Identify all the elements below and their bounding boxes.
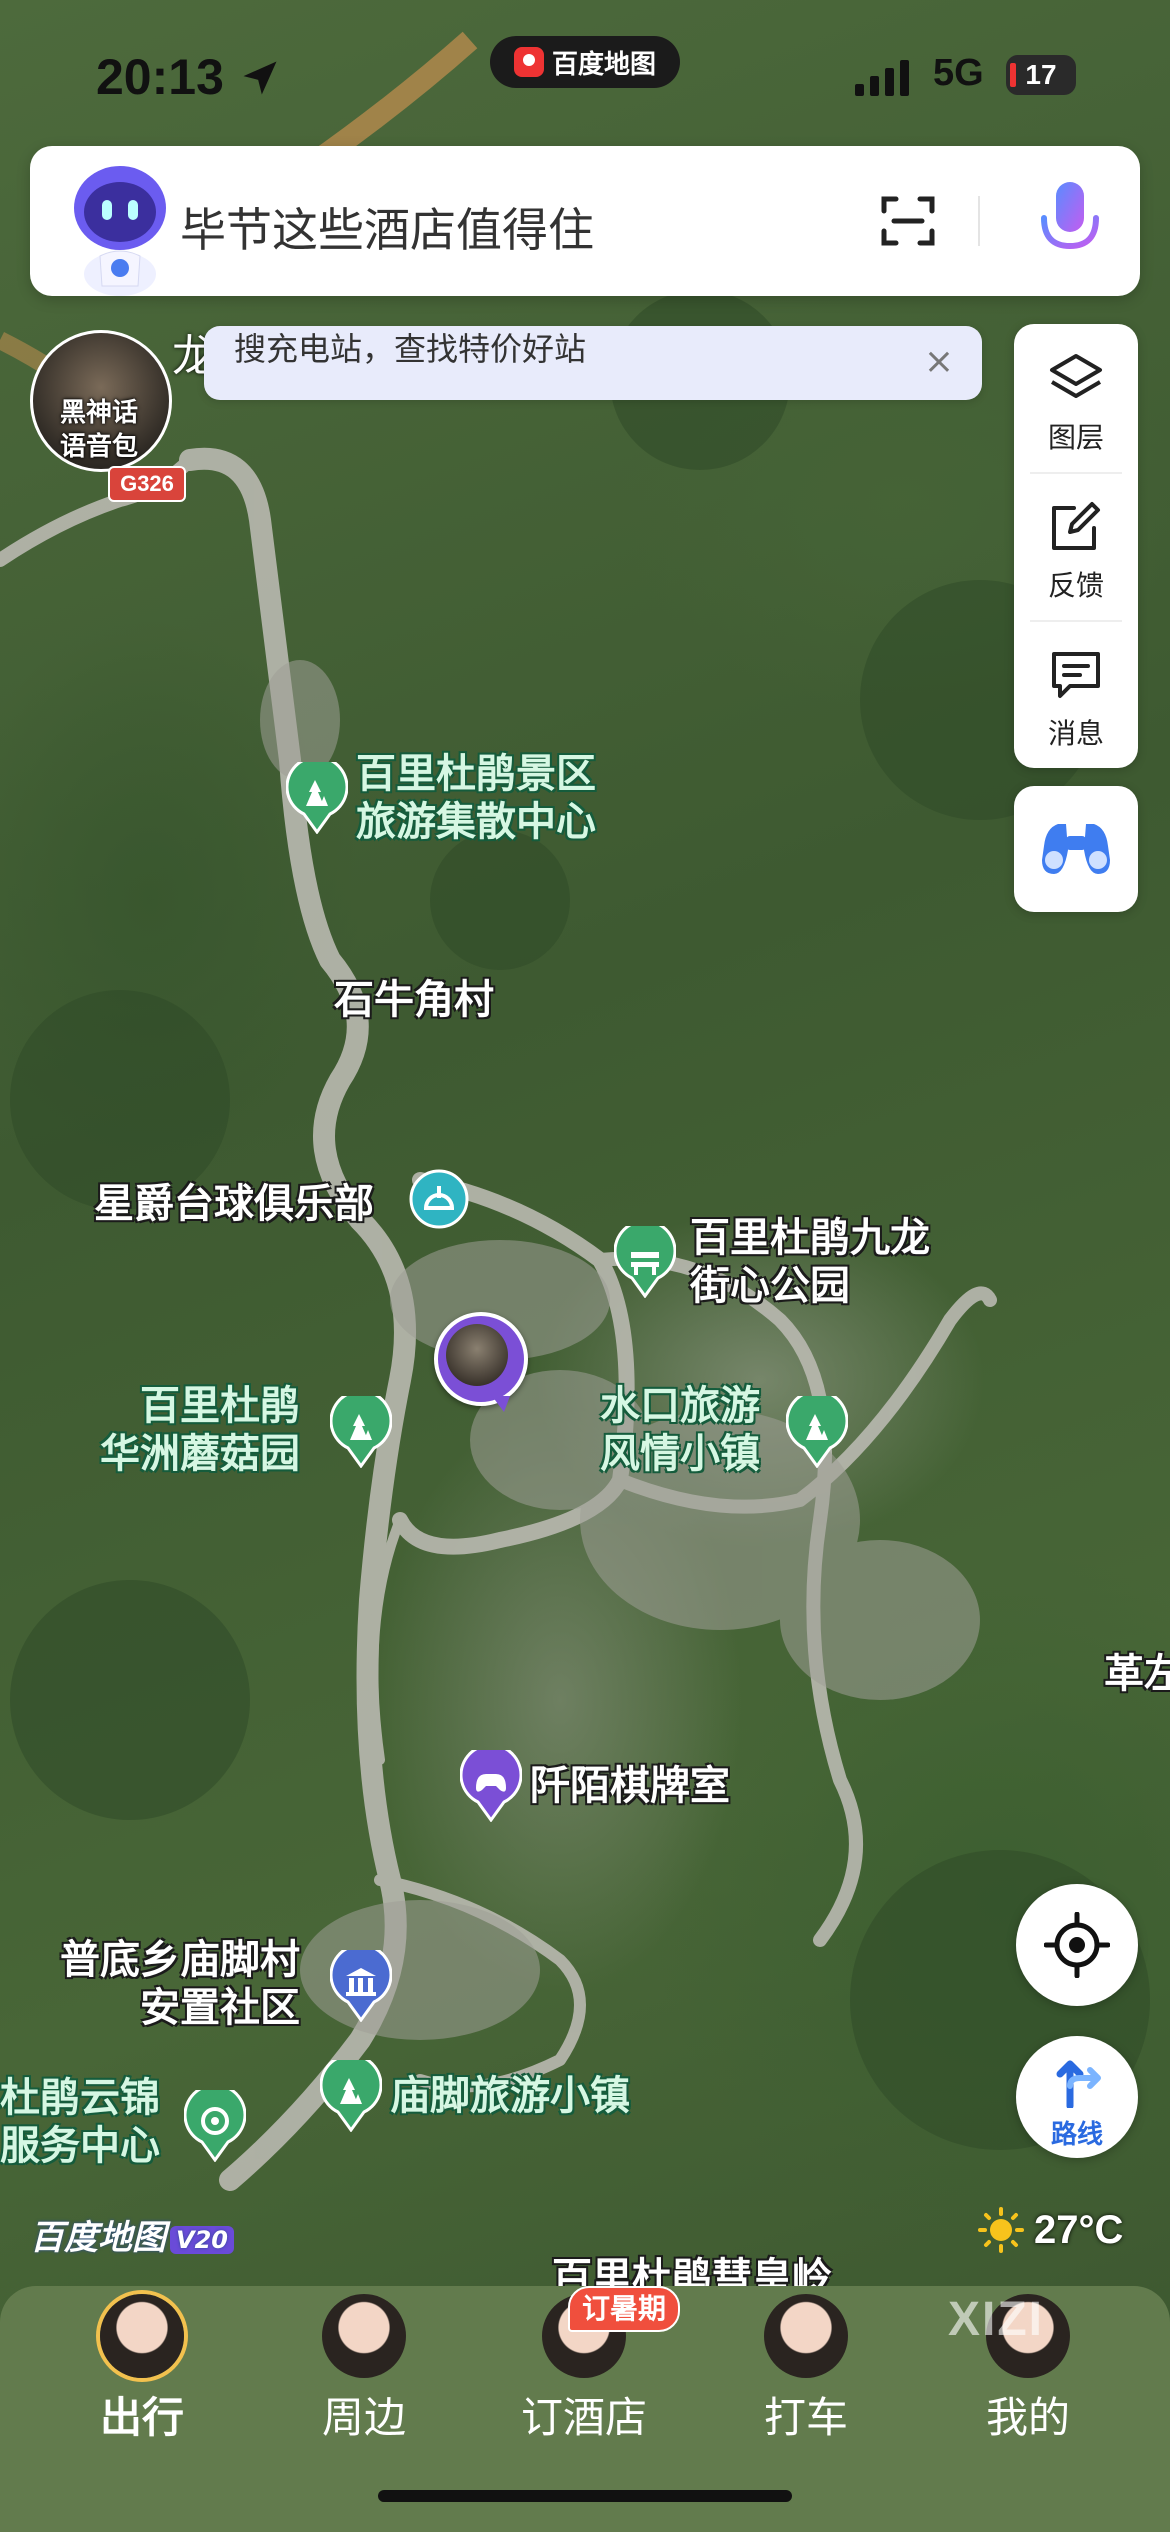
poi-label-line1: 百里杜鹃景区 xyxy=(356,751,596,797)
poi-label[interactable]: 阡陌棋牌室 xyxy=(530,1762,730,1810)
poi-label-line1: 百里杜鹃 xyxy=(140,1383,300,1429)
signal-strength-icon xyxy=(855,58,909,96)
watermark: XIZI xyxy=(948,2293,1045,2346)
poi-label[interactable]: 庙脚旅游小镇 xyxy=(390,2072,630,2120)
poi-label-line2: 旅游集散中心 xyxy=(356,799,596,845)
poi-label-line1: 百里杜鹃九龙 xyxy=(690,1215,930,1261)
park-bench-icon[interactable] xyxy=(614,1226,676,1298)
feedback-label: 反馈 xyxy=(1047,569,1104,602)
park-icon[interactable] xyxy=(786,1396,848,1468)
app-source-label: 百度地图 xyxy=(551,49,656,80)
edit-icon xyxy=(1052,502,1100,550)
road-shield-badge: G326 xyxy=(108,466,186,502)
poi-label-line1: 水口旅游 xyxy=(600,1383,760,1429)
nav-label: 订酒店 xyxy=(520,2393,647,2442)
feedback-button[interactable]: 反馈 xyxy=(1014,472,1138,612)
network-type: 5G xyxy=(933,52,984,94)
promo-badge: 订暑期 xyxy=(568,2286,681,2332)
messages-button[interactable]: 消息 xyxy=(1014,620,1138,760)
crosshair-icon xyxy=(1044,1912,1110,1978)
message-icon xyxy=(1052,652,1100,698)
map-toolbar: 图层 反馈 消息 xyxy=(1014,324,1138,768)
search-input[interactable]: 毕节这些酒店值得住 xyxy=(180,194,594,260)
nav-nearby[interactable]: 周边 xyxy=(264,2286,464,2486)
temperature: 27°C xyxy=(1034,2207,1124,2252)
poi-label-line1: 杜鹃云锦 xyxy=(0,2075,160,2121)
app-source-pill[interactable]: 百度地图 xyxy=(490,36,680,88)
game-icon[interactable] xyxy=(460,1750,522,1822)
sun-icon xyxy=(978,2207,1024,2253)
location-arrow-icon xyxy=(243,61,277,95)
search-divider xyxy=(978,196,980,246)
messages-label: 消息 xyxy=(1047,717,1104,750)
poi-label-line1: 普底乡庙脚村 xyxy=(60,1937,300,1983)
voice-pack-label-line1: 黑神话 xyxy=(59,398,138,428)
park-icon[interactable] xyxy=(330,1396,392,1468)
poi-label-line2: 风情小镇 xyxy=(600,1431,760,1477)
nav-label: 打车 xyxy=(763,2393,848,2442)
assistant-robot-icon[interactable] xyxy=(60,156,180,296)
poi-label[interactable]: 水口旅游 风情小镇 xyxy=(600,1382,760,1478)
battery-level: 17 xyxy=(1025,59,1057,90)
service-icon[interactable] xyxy=(184,2090,246,2162)
brand-version: V20 xyxy=(170,2225,234,2254)
status-time: 20:13 xyxy=(96,49,224,105)
poi-label[interactable]: 杜鹃云锦 服务中心 xyxy=(0,2074,160,2170)
poi-label-line2: 华洲蘑菇园 xyxy=(100,1431,300,1477)
close-icon[interactable]: × xyxy=(924,344,954,380)
nav-label: 周边 xyxy=(321,2393,406,2442)
poi-label[interactable]: 普底乡庙脚村 安置社区 xyxy=(60,1936,300,2032)
building-icon[interactable] xyxy=(330,1950,392,2022)
poi-label-line2: 街心公园 xyxy=(690,1263,850,1309)
charging-tip-banner[interactable]: 搜充电站，查找特价好站 × xyxy=(204,326,982,400)
nav-taxi[interactable]: 打车 xyxy=(706,2286,906,2486)
poi-label[interactable]: 百里杜鹃九龙 街心公园 xyxy=(690,1214,930,1310)
baidu-map-logo-icon xyxy=(513,47,544,77)
poi-label[interactable]: 星爵台球俱乐部 xyxy=(94,1180,374,1228)
nav-travel-avatar xyxy=(100,2294,184,2378)
poi-label[interactable]: 革左 xyxy=(1104,1650,1170,1698)
scan-icon[interactable] xyxy=(878,191,938,251)
mic-icon[interactable] xyxy=(1030,176,1110,266)
current-location-marker[interactable] xyxy=(434,1312,528,1412)
poi-label-line2: 服务中心 xyxy=(0,2123,160,2169)
park-icon[interactable] xyxy=(286,762,348,834)
brand-name: 百度地图 xyxy=(30,2218,166,2258)
poi-label-line2: 安置社区 xyxy=(140,1985,300,2031)
search-bar[interactable]: 毕节这些酒店值得住 xyxy=(30,146,1140,296)
poi-label[interactable]: 百里杜鹃 华洲蘑菇园 xyxy=(100,1382,300,1478)
tip-text: 搜充电站，查找特价好站 xyxy=(234,330,587,368)
route-label: 路线 xyxy=(1050,2120,1103,2150)
layers-label: 图层 xyxy=(1047,421,1104,454)
nav-label: 我的 xyxy=(985,2393,1070,2442)
nav-hotel[interactable]: 订暑期 订酒店 xyxy=(484,2286,684,2486)
map-brand-logo: 百度地图 V20 xyxy=(30,2210,234,2259)
nav-travel[interactable]: 出行 xyxy=(42,2286,242,2486)
park-icon[interactable] xyxy=(320,2060,382,2132)
nav-label: 出行 xyxy=(99,2393,184,2442)
binoculars-icon xyxy=(1042,824,1110,874)
nav-nearby-avatar xyxy=(322,2294,406,2378)
poi-label[interactable]: 百里杜鹃景区 旅游集散中心 xyxy=(356,750,596,846)
home-indicator[interactable] xyxy=(378,2490,792,2502)
nav-taxi-avatar xyxy=(764,2294,848,2378)
village-label[interactable]: 石牛角村 xyxy=(334,976,494,1024)
status-bar: 20:13 百度地图 5G 17 xyxy=(0,0,1170,140)
billiards-icon[interactable] xyxy=(408,1168,470,1240)
voice-pack-label-line2: 语音包 xyxy=(59,432,138,462)
layers-button[interactable]: 图层 xyxy=(1014,324,1138,464)
voice-pack-label[interactable]: 黑神话 语音包 xyxy=(24,396,174,464)
explore-button[interactable] xyxy=(1014,786,1138,912)
weather-widget[interactable]: 27°C xyxy=(978,2200,1123,2260)
route-button[interactable]: 路线 xyxy=(1016,2036,1138,2158)
layers-icon xyxy=(1050,354,1102,398)
battery-indicator: 17 xyxy=(1006,55,1076,95)
route-arrow-icon xyxy=(1056,2060,1101,2108)
locate-me-button[interactable] xyxy=(1016,1884,1138,2006)
